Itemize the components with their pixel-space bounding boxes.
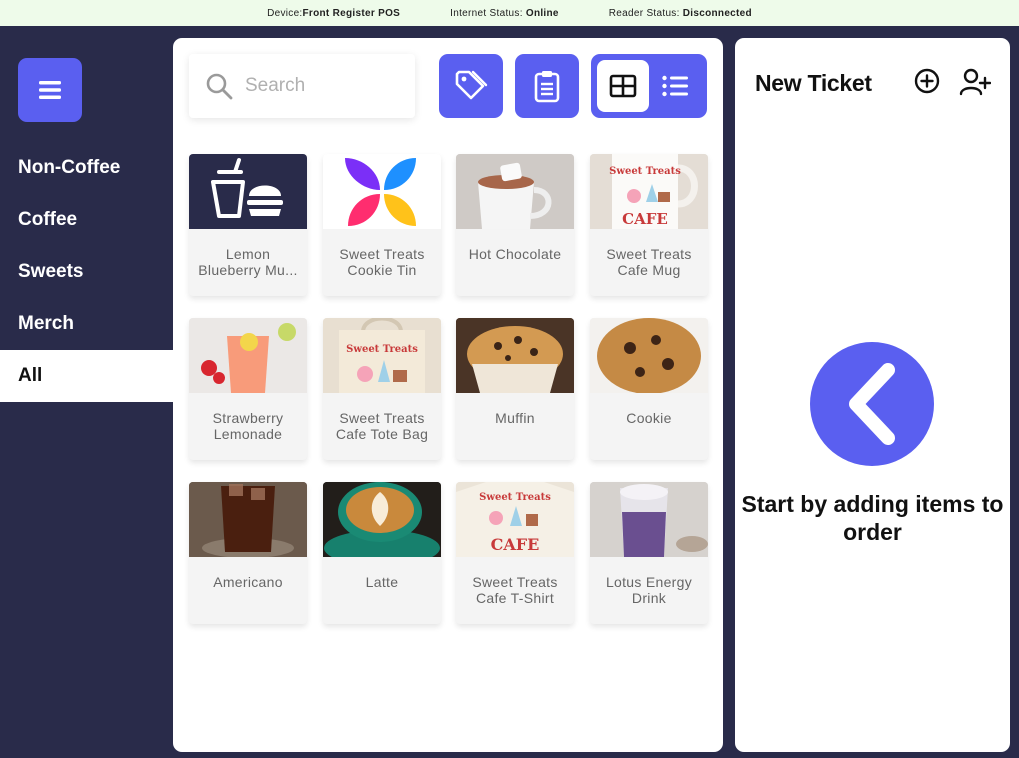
grid-view-icon: [609, 74, 637, 98]
sidebar-item-coffee[interactable]: Coffee: [0, 194, 173, 246]
product-name: Strawberry Lemonade: [212, 410, 284, 442]
view-mode-toggle: [591, 54, 707, 118]
product-tile[interactable]: Sweet Treats Sweet Treats Cafe Tote Bag: [323, 318, 441, 460]
device-status: Device:Front Register POS: [267, 7, 401, 19]
sidebar-item-merch[interactable]: Merch: [0, 298, 173, 350]
tag-icon: [455, 70, 488, 100]
strawberry-lemonade-photo: [189, 318, 307, 393]
sidebar-item-label: Coffee: [18, 209, 78, 230]
product-name: Cookie: [626, 410, 672, 426]
product-name: Lemon Blueberry Mu...: [198, 246, 298, 278]
reader-status: Reader Status: Disconnected: [608, 7, 752, 19]
sidebar-item-label: Sweets: [18, 261, 84, 282]
add-circle-icon[interactable]: [914, 68, 940, 94]
product-tile[interactable]: Latte: [323, 482, 441, 624]
product-tile[interactable]: Cookie: [590, 318, 708, 460]
add-customer-icon[interactable]: [959, 68, 991, 96]
grid-view-button[interactable]: [597, 60, 649, 112]
product-name: Lotus Energy Drink: [605, 574, 693, 606]
hamburger-icon: [39, 81, 61, 99]
search-icon: [206, 73, 233, 100]
cookie-photo: [590, 318, 708, 393]
ticket-panel: New Ticket Start by adding items to orde…: [735, 38, 1010, 752]
pinwheel-logo: [345, 158, 416, 226]
product-image: Sweet Treats: [323, 318, 441, 393]
product-tile[interactable]: Hot Chocolate: [456, 154, 574, 296]
sidebar-item-non-coffee[interactable]: Non-Coffee: [0, 142, 173, 194]
product-image: [323, 154, 441, 229]
clipboard-icon: [534, 71, 560, 103]
back-arrow-button[interactable]: [810, 342, 934, 466]
sidebar-item-label: Merch: [18, 313, 74, 334]
product-tile[interactable]: Americano: [189, 482, 307, 624]
product-name: Sweet Treats Cafe Tote Bag: [335, 410, 429, 442]
product-image: [189, 482, 307, 557]
product-image: Sweet Treats CAFE: [456, 482, 574, 557]
svg-text:Sweet Treats: Sweet Treats: [346, 344, 418, 355]
product-name: Latte: [365, 574, 399, 590]
product-name: Sweet Treats Cafe T-Shirt: [472, 574, 558, 606]
latte-photo: [323, 482, 441, 557]
product-image: Sweet Treats CAFE: [590, 154, 708, 229]
sidebar-item-label: Non-Coffee: [18, 157, 121, 178]
tags-button[interactable]: [439, 54, 503, 118]
chevron-left-icon: [849, 363, 895, 445]
empty-ticket-message: Start by adding items to order: [741, 491, 1004, 545]
product-name: Americano: [213, 574, 283, 590]
product-name: Muffin: [495, 410, 535, 426]
ticket-title: New Ticket: [755, 70, 872, 96]
search-input[interactable]: [245, 75, 395, 97]
product-name: Sweet Treats Cafe Mug: [606, 246, 692, 278]
product-tile[interactable]: Sweet Treats CAFE Sweet Treats Cafe Mug: [590, 154, 708, 296]
product-image: [189, 154, 307, 229]
sidebar-item-all[interactable]: All: [0, 350, 173, 402]
americano-photo: [189, 482, 307, 557]
svg-text:CAFE: CAFE: [622, 210, 668, 228]
product-image: [189, 318, 307, 393]
product-name: Hot Chocolate: [468, 246, 562, 262]
drink-burger-icon: [211, 158, 283, 218]
product-image: [590, 318, 708, 393]
muffin-photo: [456, 318, 574, 393]
clipboard-button[interactable]: [515, 54, 579, 118]
list-view-button[interactable]: [649, 60, 701, 112]
cafe-mug-photo: Sweet Treats CAFE: [590, 154, 708, 229]
product-tile[interactable]: Muffin: [456, 318, 574, 460]
product-tile[interactable]: Strawberry Lemonade: [189, 318, 307, 460]
catalog-panel: Lemon Blueberry Mu... Sweet Treats Cooki…: [173, 38, 723, 752]
category-sidebar: Non-Coffee Coffee Sweets Merch All: [0, 26, 173, 758]
status-bar: Device:Front Register POS Internet Statu…: [0, 0, 1019, 26]
lotus-drink-photo: [590, 482, 708, 557]
product-tile[interactable]: Sweet Treats CAFE Sweet Treats Cafe T-Sh…: [456, 482, 574, 624]
tshirt-photo: Sweet Treats CAFE: [456, 482, 574, 557]
list-view-icon: [662, 75, 688, 97]
product-tile[interactable]: Sweet Treats Cookie Tin: [323, 154, 441, 296]
product-image: [456, 318, 574, 393]
search-box[interactable]: [189, 54, 415, 118]
menu-button[interactable]: [18, 58, 82, 122]
sidebar-item-label: All: [18, 365, 43, 386]
product-image: [323, 482, 441, 557]
svg-text:CAFE: CAFE: [491, 535, 540, 554]
svg-text:Sweet Treats: Sweet Treats: [479, 492, 551, 503]
svg-text:Sweet Treats: Sweet Treats: [609, 166, 681, 177]
product-image: [590, 482, 708, 557]
sidebar-item-sweets[interactable]: Sweets: [0, 246, 173, 298]
product-tile[interactable]: Lotus Energy Drink: [590, 482, 708, 624]
product-name: Sweet Treats Cookie Tin: [339, 246, 425, 278]
product-image: [456, 154, 574, 229]
product-tile[interactable]: Lemon Blueberry Mu...: [189, 154, 307, 296]
internet-status: Internet Status: Online: [450, 7, 559, 19]
tote-bag-photo: Sweet Treats: [323, 318, 441, 393]
hot-chocolate-photo: [456, 154, 574, 229]
